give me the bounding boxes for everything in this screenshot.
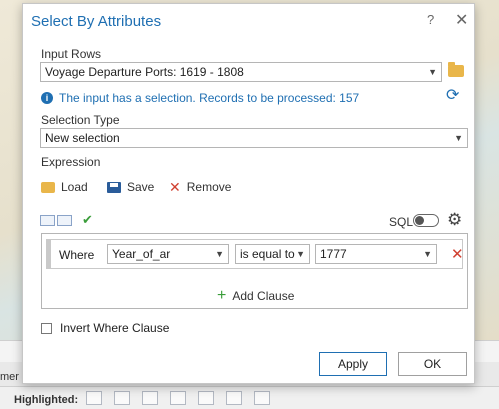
- save-label: Save: [127, 180, 155, 194]
- invert-label: Invert Where Clause: [60, 321, 170, 335]
- chevron-down-icon: ▼: [454, 133, 463, 143]
- invert-where-clause[interactable]: Invert Where Clause: [41, 321, 169, 335]
- operator-dropdown[interactable]: is equal to ▼: [235, 244, 310, 264]
- input-rows-value: Voyage Departure Ports: 1619 - 1808: [45, 65, 244, 79]
- chevron-down-icon: ▼: [428, 67, 437, 77]
- highlighted-label: Highlighted:: [14, 394, 79, 406]
- info-message: i The input has a selection. Records to …: [41, 91, 359, 105]
- chevron-down-icon: ▼: [296, 249, 305, 259]
- field-value: Year_of_ar: [112, 247, 171, 261]
- expression-label: Expression: [41, 155, 101, 169]
- invert-checkbox[interactable]: [41, 322, 52, 334]
- add-clause-button[interactable]: + Add Clause: [217, 287, 295, 304]
- selection-type-value: New selection: [45, 131, 120, 145]
- input-rows-label: Input Rows: [41, 47, 102, 61]
- background-partial-text: mer: [0, 371, 19, 383]
- close-button[interactable]: ✕: [455, 10, 468, 30]
- table-tool-icon[interactable]: [226, 391, 242, 405]
- add-clause-label: Add Clause: [232, 289, 295, 303]
- table-tool-icon[interactable]: [170, 391, 186, 405]
- remove-label: Remove: [186, 180, 232, 194]
- chevron-down-icon: ▼: [215, 249, 224, 259]
- selection-type-dropdown[interactable]: New selection ▼: [40, 128, 468, 148]
- table-tool-icon[interactable]: [142, 391, 158, 405]
- chevron-down-icon: ▼: [423, 249, 432, 259]
- sql-label: SQL: [389, 215, 414, 229]
- plus-icon: +: [217, 287, 227, 304]
- table-tool-icon[interactable]: [254, 391, 270, 405]
- where-clause-row: Where Year_of_ar ▼ is equal to ▼ 1777 ▼ …: [46, 239, 464, 269]
- table-tool-icon[interactable]: [114, 391, 130, 405]
- info-text: The input has a selection. Records to be…: [59, 91, 360, 105]
- info-icon: i: [41, 92, 53, 104]
- sql-toggle[interactable]: [413, 214, 439, 227]
- text-mode-icon[interactable]: [40, 214, 55, 226]
- save-button[interactable]: Save: [107, 180, 154, 194]
- clause-builder: Where Year_of_ar ▼ is equal to ▼ 1777 ▼ …: [41, 233, 468, 309]
- ok-button[interactable]: OK: [398, 352, 467, 376]
- folder-icon[interactable]: [448, 62, 464, 77]
- gear-icon[interactable]: ⚙: [447, 210, 462, 230]
- select-by-attributes-dialog: Select By Attributes ? ✕ Input Rows Voya…: [22, 3, 475, 384]
- clause-mode-icon[interactable]: [57, 214, 72, 226]
- value-text: 1777: [320, 247, 347, 261]
- apply-button[interactable]: Apply: [319, 352, 387, 376]
- clause-mode-icons: ✔: [40, 212, 93, 228]
- selection-type-label: Selection Type: [41, 113, 120, 127]
- check-icon[interactable]: ✔: [82, 212, 93, 228]
- dialog-title: Select By Attributes: [31, 13, 162, 30]
- table-tool-icons: [86, 391, 270, 405]
- table-tool-icon[interactable]: [86, 391, 102, 405]
- remove-icon: ✕: [169, 178, 181, 195]
- where-label: Where: [59, 248, 95, 262]
- remove-button[interactable]: ✕ Remove: [169, 178, 232, 195]
- field-dropdown[interactable]: Year_of_ar ▼: [107, 244, 229, 264]
- table-tool-icon[interactable]: [198, 391, 214, 405]
- load-label: Load: [61, 180, 88, 194]
- delete-clause-icon[interactable]: ✕: [451, 245, 464, 263]
- input-rows-dropdown[interactable]: Voyage Departure Ports: 1619 - 1808 ▼: [40, 62, 442, 82]
- load-button[interactable]: Load: [41, 180, 88, 194]
- save-icon: [107, 181, 121, 193]
- help-button[interactable]: ?: [427, 12, 434, 27]
- load-icon: [41, 181, 55, 193]
- refresh-icon[interactable]: ⟳: [446, 88, 462, 104]
- operator-value: is equal to: [240, 247, 295, 261]
- value-dropdown[interactable]: 1777 ▼: [315, 244, 437, 264]
